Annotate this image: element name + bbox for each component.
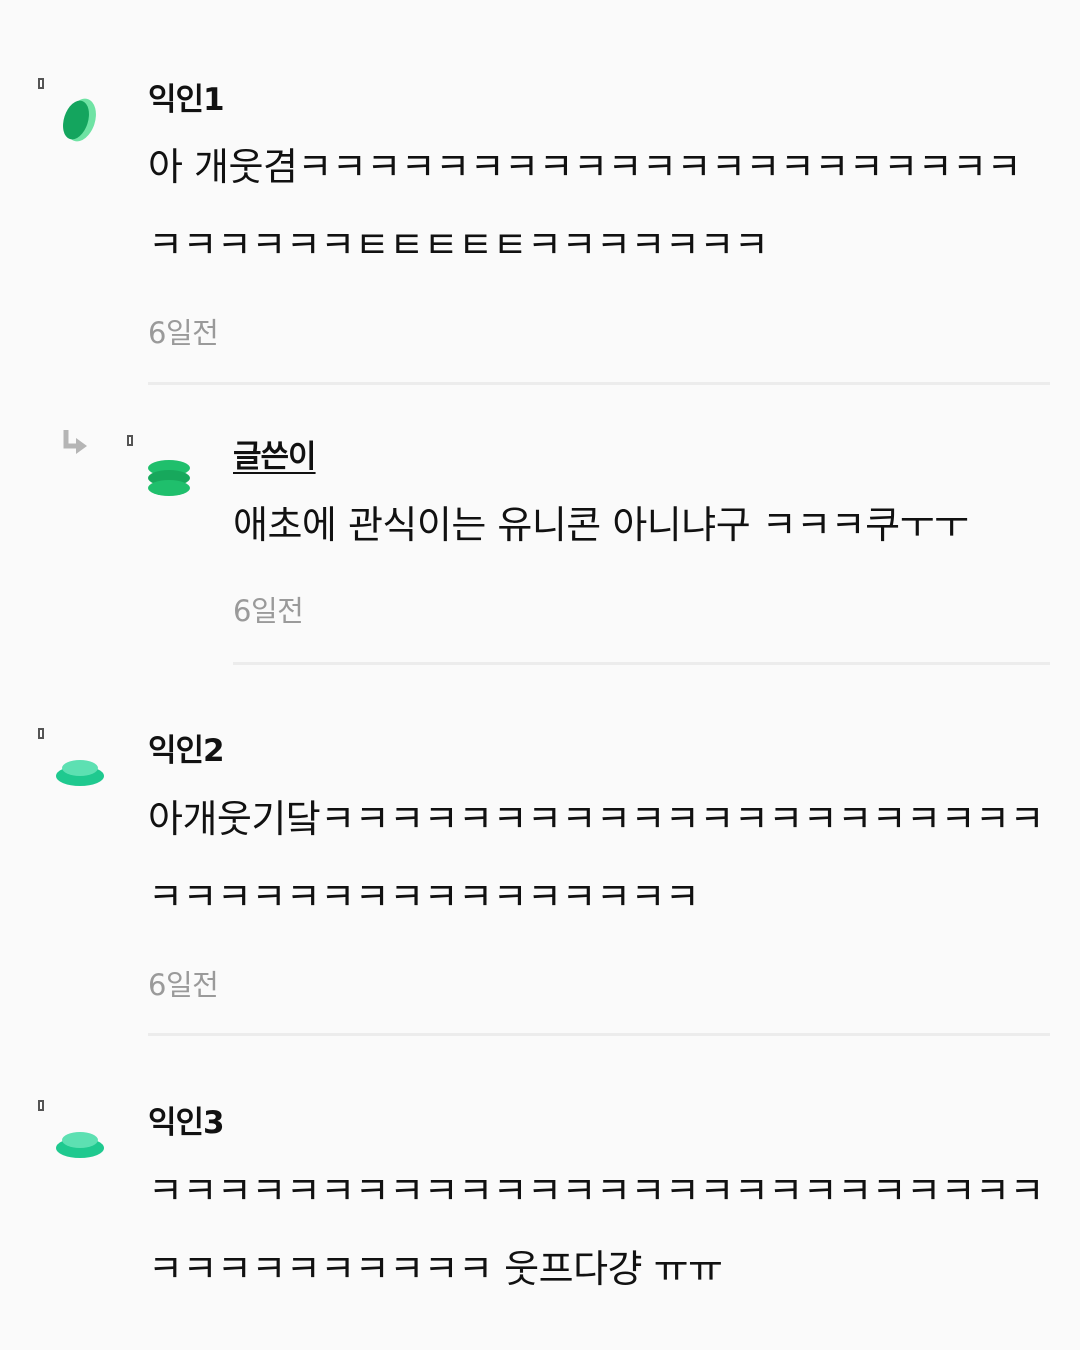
reply-arrow-icon <box>63 430 87 454</box>
comment-author[interactable]: 익인1 <box>148 74 225 119</box>
reply-item: 글쓴이 애초에 관식이는 유니콘 아니냐구 ㅋㅋㅋ쿠ㅜㅜ 6일전 <box>0 390 1080 670</box>
comment-item: 익인2 아개웃기닼ㅋㅋㅋㅋㅋㅋㅋㅋㅋㅋㅋㅋㅋㅋㅋㅋㅋㅋㅋㅋㅋㅋㅋㅋㅋㅋㅋㅋㅋㅋㅋ… <box>0 670 1080 1040</box>
divider <box>148 1033 1050 1036</box>
comment-time: 6일전 <box>148 316 219 350</box>
avatar-icon[interactable] <box>52 1124 108 1180</box>
comment-text: 애초에 관식이는 유니콘 아니냐구 ㅋㅋㅋ쿠ㅜㅜ <box>233 503 969 547</box>
comment-marker <box>38 728 44 739</box>
comment-marker <box>38 1100 44 1111</box>
comment-text: 아개웃기닼ㅋㅋㅋㅋㅋㅋㅋㅋㅋㅋㅋㅋㅋㅋㅋㅋㅋㅋㅋㅋㅋㅋㅋㅋㅋㅋㅋㅋㅋㅋㅋㅋㅋㅋㅋ… <box>148 797 1044 919</box>
comment-item: 익인3 ㅋㅋㅋㅋㅋㅋㅋㅋㅋㅋㅋㅋㅋㅋㅋㅋㅋㅋㅋㅋㅋㅋㅋㅋㅋㅋㅋㅋㅋㅋㅋㅋㅋㅋㅋㅋ… <box>0 1040 1080 1350</box>
comment-marker <box>38 78 44 89</box>
divider <box>233 662 1050 665</box>
comment-time: 6일전 <box>148 968 219 1002</box>
avatar-icon[interactable] <box>52 752 108 808</box>
comment-text: ㅋㅋㅋㅋㅋㅋㅋㅋㅋㅋㅋㅋㅋㅋㅋㅋㅋㅋㅋㅋㅋㅋㅋㅋㅋㅋㅋㅋㅋㅋㅋㅋㅋㅋㅋㅋ 웃프다… <box>148 1169 1044 1291</box>
comment-item: 익인1 아 개웃겸ㅋㅋㅋㅋㅋㅋㅋㅋㅋㅋㅋㅋㅋㅋㅋㅋㅋㅋㅋㅋㅋㅋㅋㅋㅋㅋㅋㅌㅌㅌㅌ… <box>0 0 1080 390</box>
comment-time: 6일전 <box>233 594 304 628</box>
avatar-icon[interactable] <box>142 452 198 508</box>
divider <box>148 382 1050 385</box>
comment-marker <box>127 435 133 446</box>
comment-text: 아 개웃겸ㅋㅋㅋㅋㅋㅋㅋㅋㅋㅋㅋㅋㅋㅋㅋㅋㅋㅋㅋㅋㅋㅋㅋㅋㅋㅋㅋㅌㅌㅌㅌㅌㅋㅋㅋ… <box>148 145 1022 267</box>
comment-author-op[interactable]: 글쓴이 <box>233 431 317 476</box>
avatar-icon[interactable] <box>52 92 108 148</box>
comment-author[interactable]: 익인2 <box>148 725 225 770</box>
comment-author[interactable]: 익인3 <box>148 1097 225 1142</box>
